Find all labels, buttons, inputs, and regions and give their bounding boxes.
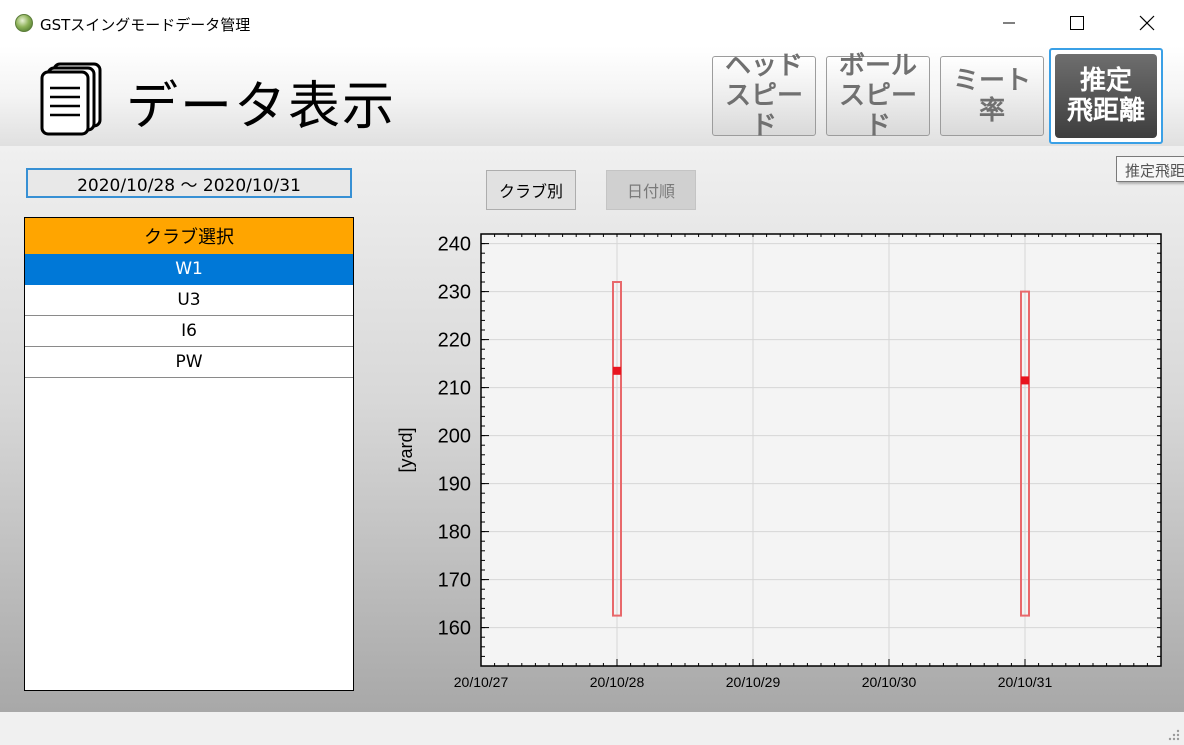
y-tick-label: 160 — [438, 618, 471, 640]
header: データ表示 ヘッド スピード ボール スピード ミート率 推定 飛距離 — [0, 46, 1184, 146]
close-button[interactable] — [1118, 0, 1176, 46]
y-tick-label: 200 — [438, 426, 471, 448]
distance-chart: 160 170 180 190 200 210 220 230 240 20/10/27 20/10… — [396, 233, 1162, 690]
date-range-field[interactable]: 2020/10/28 ～ 2020/10/31 — [26, 168, 352, 198]
club-item-w1[interactable]: W1 — [25, 254, 353, 285]
y-tick-label: 190 — [438, 474, 471, 496]
y-tick-label: 170 — [438, 570, 471, 592]
resize-grip-icon[interactable] — [1166, 727, 1180, 741]
club-item-u3[interactable]: U3 — [25, 285, 353, 316]
y-tick-label: 230 — [438, 282, 471, 304]
x-tick-label: 20/10/31 — [998, 674, 1053, 690]
y-tick-label: 210 — [438, 378, 471, 400]
status-bar — [0, 712, 1184, 745]
club-item-i6[interactable]: I6 — [25, 316, 353, 347]
y-tick-label: 180 — [438, 522, 471, 544]
main-area: 2020/10/28 ～ 2020/10/31 クラブ別 日付順 クラブ選択 W… — [0, 146, 1184, 712]
ball-speed-button[interactable]: ボール スピード — [826, 51, 930, 141]
club-list: クラブ選択 W1 U3 I6 PW — [24, 217, 354, 691]
window-title: GSTスイングモードデータ管理 — [40, 16, 251, 34]
y-axis-label: [yard] — [396, 427, 416, 472]
club-item-pw[interactable]: PW — [25, 347, 353, 378]
x-tick-label: 20/10/30 — [862, 674, 917, 690]
documents-icon — [40, 62, 102, 136]
x-tick-label: 20/10/29 — [726, 674, 781, 690]
minimize-button[interactable] — [980, 0, 1038, 46]
head-speed-button[interactable]: ヘッド スピード — [712, 51, 816, 141]
title-bar: GSTスイングモードデータ管理 — [0, 0, 1184, 46]
sort-by-date-button[interactable]: 日付順 — [606, 170, 696, 210]
estimated-distance-button[interactable]: 推定 飛距離 — [1049, 48, 1163, 144]
x-tick-label: 20/10/28 — [590, 674, 645, 690]
close-icon — [1139, 15, 1155, 31]
page-title: データ表示 — [126, 77, 397, 137]
maximize-button[interactable] — [1048, 0, 1106, 46]
tooltip: 推定飛距離 — [1116, 156, 1184, 182]
plot-area — [481, 234, 1161, 666]
y-tick-label: 240 — [438, 234, 471, 256]
estimated-distance-label: 推定 飛距離 — [1055, 54, 1157, 138]
app-logo-icon — [15, 14, 33, 32]
minimize-icon — [1003, 22, 1015, 24]
maximize-icon — [1070, 16, 1084, 30]
meet-rate-button[interactable]: ミート率 — [940, 56, 1044, 136]
y-tick-label: 220 — [438, 330, 471, 352]
x-tick-label: 20/10/27 — [454, 674, 509, 690]
club-list-header: クラブ選択 — [25, 218, 353, 254]
mean-marker — [1021, 376, 1029, 385]
sort-by-club-button[interactable]: クラブ別 — [486, 170, 576, 210]
mean-marker — [613, 366, 621, 375]
